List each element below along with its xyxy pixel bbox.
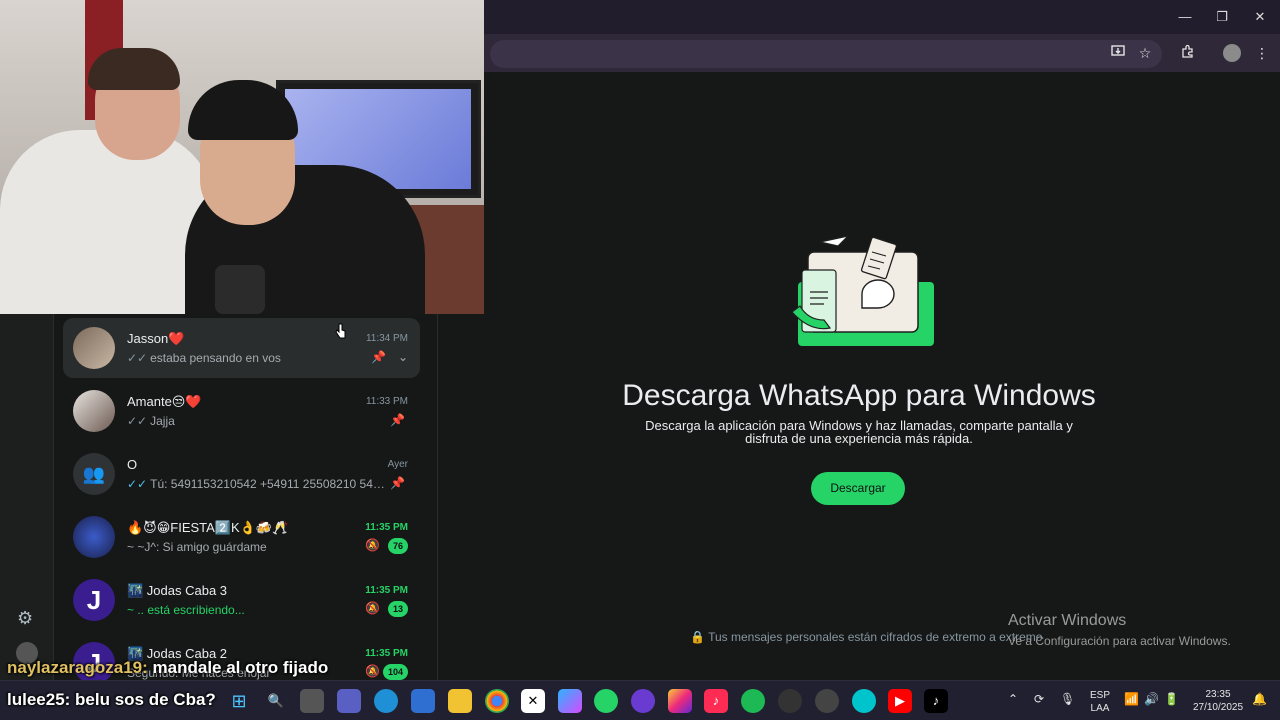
activate-windows-watermark: Activar Windows Ve a Configuración para … bbox=[1008, 612, 1231, 648]
person-left-hair bbox=[88, 48, 180, 90]
muted-bell-icon: 🔕 bbox=[365, 664, 380, 678]
pin-icon: 📌 bbox=[371, 350, 386, 364]
double-check-icon: ✓✓ bbox=[127, 351, 148, 365]
laptop-illustration bbox=[791, 234, 934, 346]
restore-button[interactable]: ❐ bbox=[1207, 6, 1237, 28]
muted-bell-icon: 🔕 bbox=[365, 538, 380, 552]
avatar bbox=[73, 516, 115, 558]
clock[interactable]: 23:35 27/10/2025 bbox=[1186, 688, 1250, 714]
microphone bbox=[215, 265, 265, 314]
chat-time: 11:33 PM bbox=[365, 396, 408, 407]
edge-icon[interactable] bbox=[374, 689, 398, 713]
battery-icon[interactable]: 🔋 bbox=[1164, 693, 1179, 706]
download-button[interactable]: Descargar bbox=[811, 472, 905, 505]
group-icon: 👥 bbox=[73, 453, 115, 495]
chat-item-o[interactable]: 👥 O Ayer ✓✓ Tú: 5491153210542 +54911 2550… bbox=[63, 444, 420, 504]
chat-name: 🔥😈😁FIESTA2️⃣K👌🍻🥂 bbox=[127, 520, 289, 535]
app-icon[interactable] bbox=[631, 689, 655, 713]
canva-icon[interactable] bbox=[852, 689, 876, 713]
address-bar[interactable] bbox=[490, 40, 1162, 68]
lock-icon: 🔒 bbox=[690, 630, 705, 644]
chat-preview: ✓✓ Jajja bbox=[127, 414, 175, 428]
chat-time: Ayer bbox=[387, 459, 408, 470]
stream-chat-message: lulee25: belu sos de Cba? bbox=[7, 690, 216, 709]
chat-preview: ✓✓ estaba pensando en vos bbox=[127, 351, 281, 365]
stream-chat-message: naylazaragoza19: mandale al otro fijado bbox=[7, 658, 329, 677]
instagram-icon[interactable] bbox=[668, 689, 692, 713]
chat-item-amante[interactable]: Amante😒❤️ 11:33 PM ✓✓ Jajja 📌 bbox=[63, 381, 420, 441]
notifications-icon[interactable]: 🔔 bbox=[1252, 693, 1267, 706]
task-view-icon[interactable] bbox=[300, 689, 324, 713]
chat-time: 11:35 PM bbox=[365, 648, 408, 659]
wifi-icon[interactable]: 📶 bbox=[1124, 693, 1139, 706]
language-indicator[interactable]: ESP LAA bbox=[1088, 689, 1112, 715]
muted-bell-icon: 🔕 bbox=[365, 601, 380, 615]
chevron-down-icon[interactable]: ⌄ bbox=[398, 350, 408, 364]
chatgpt-icon[interactable] bbox=[778, 689, 802, 713]
promo-subtitle: Descarga la aplicación para Windows y ha… bbox=[645, 418, 1073, 446]
avatar: J bbox=[73, 579, 115, 621]
screen: — ❐ ✕ ☆ ⋮ ⚙ Jasson❤️ 11:34 PM ✓✓ estaba p… bbox=[0, 0, 1280, 720]
download-promo: Descarga WhatsApp para Windows Descarga … bbox=[438, 72, 1280, 680]
settings-gear-icon[interactable]: ⚙ bbox=[17, 608, 33, 629]
tiktok-icon[interactable]: ♪ bbox=[704, 689, 728, 713]
store-icon[interactable] bbox=[411, 689, 435, 713]
chat-item-jodas-caba-3[interactable]: J 🌃 Jodas Caba 3 11:35 PM ~ .. está escr… bbox=[63, 570, 420, 630]
double-check-icon: ✓✓ bbox=[127, 414, 148, 428]
unread-badge: 76 bbox=[387, 538, 408, 554]
chat-preview: ~ ~J^: Si amigo guárdame bbox=[127, 540, 267, 554]
chat-time: 11:35 PM bbox=[365, 585, 408, 596]
copilot-icon[interactable] bbox=[558, 689, 582, 713]
encryption-notice: 🔒 Tus mensajes personales están cifrados… bbox=[690, 630, 1043, 644]
extensions-icon[interactable] bbox=[1178, 43, 1198, 63]
avatar bbox=[73, 390, 115, 432]
chevron-up-icon[interactable]: ⌃ bbox=[1008, 693, 1018, 706]
spotify-icon[interactable] bbox=[741, 689, 765, 713]
pin-icon: 📌 bbox=[390, 476, 405, 490]
person-left-hoodie bbox=[0, 130, 215, 314]
bookmark-star-icon[interactable]: ☆ bbox=[1135, 43, 1155, 63]
chat-item-jasson[interactable]: Jasson❤️ 11:34 PM ✓✓ estaba pensando en v… bbox=[63, 318, 420, 378]
chat-name: Amante😒❤️ bbox=[127, 394, 202, 409]
tiktok-icon[interactable]: ♪ bbox=[924, 689, 948, 713]
sync-icon[interactable]: ⟳ bbox=[1034, 693, 1044, 706]
teams-icon[interactable] bbox=[337, 689, 361, 713]
unread-badge: 104 bbox=[382, 664, 408, 680]
install-app-icon[interactable] bbox=[1108, 43, 1128, 63]
chat-item-fiesta[interactable]: 🔥😈😁FIESTA2️⃣K👌🍻🥂 11:35 PM ~ ~J^: Si amig… bbox=[63, 507, 420, 567]
volume-icon[interactable]: 🔊 bbox=[1144, 693, 1159, 706]
windows-start-icon[interactable]: ⊞ bbox=[227, 689, 251, 713]
chrome-icon[interactable] bbox=[485, 689, 509, 713]
chat-name: Jasson❤️ bbox=[127, 331, 185, 346]
microphone-icon[interactable]: 🎙 bbox=[1060, 693, 1075, 706]
profile-avatar[interactable] bbox=[1223, 44, 1241, 62]
menu-icon[interactable]: ⋮ bbox=[1252, 43, 1272, 63]
close-button[interactable]: ✕ bbox=[1245, 6, 1275, 28]
cursor-hand-icon bbox=[335, 323, 346, 339]
browser-icon[interactable] bbox=[815, 689, 839, 713]
chat-preview: ~ .. está escribiendo... bbox=[127, 603, 245, 617]
pin-icon: 📌 bbox=[390, 413, 405, 427]
chat-time: 11:35 PM bbox=[365, 522, 408, 533]
search-icon[interactable]: 🔍 bbox=[264, 689, 288, 713]
avatar bbox=[73, 327, 115, 369]
chat-name: 🌃 Jodas Caba 3 bbox=[127, 583, 228, 598]
webcam-overlay bbox=[0, 0, 484, 314]
whatsapp-icon[interactable] bbox=[594, 689, 618, 713]
minimize-button[interactable]: — bbox=[1170, 6, 1200, 28]
double-check-icon: ✓✓ bbox=[127, 477, 148, 491]
unread-badge: 13 bbox=[387, 601, 408, 617]
youtube-icon[interactable]: ▶ bbox=[888, 689, 912, 713]
promo-title: Descarga WhatsApp para Windows bbox=[622, 379, 1096, 412]
chat-name: O bbox=[127, 457, 138, 472]
file-explorer-icon[interactable] bbox=[448, 689, 472, 713]
chat-time: 11:34 PM bbox=[365, 333, 408, 344]
capcut-icon[interactable]: ✕ bbox=[521, 689, 545, 713]
chat-preview: ✓✓ Tú: 5491153210542 +54911 25508210 5491… bbox=[127, 477, 387, 491]
